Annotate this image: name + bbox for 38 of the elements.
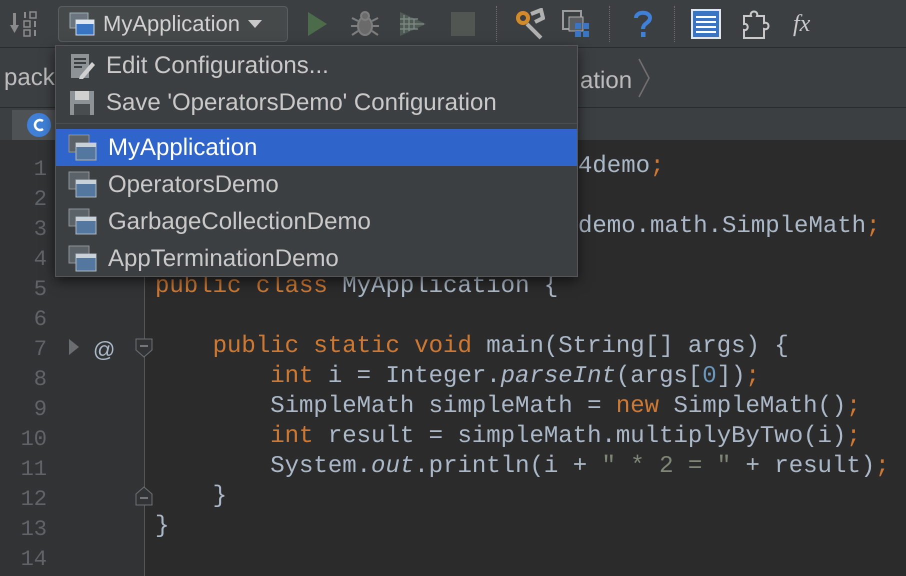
wrench-icon[interactable] (513, 8, 545, 40)
chevron-icon (638, 58, 650, 98)
menu-item[interactable]: AppTerminationDemo (56, 240, 577, 277)
code-line: } (155, 513, 170, 540)
window-icon (69, 12, 95, 36)
project-structure-icon[interactable] (561, 8, 591, 38)
menu-item[interactable]: Save 'OperatorsDemo' Configuration (56, 84, 577, 121)
code-line: demo.math.SimpleMath; (578, 213, 880, 240)
breadcrumb[interactable]: ation (580, 63, 632, 99)
list-icon[interactable] (691, 8, 721, 38)
code-line: int result = simpleMath.multiplyByTwo(i); (269, 423, 861, 450)
formula-button[interactable]: fx (793, 6, 810, 42)
menu-item[interactable]: OperatorsDemo (56, 166, 577, 203)
breadcrumb[interactable]: pack (4, 60, 55, 96)
caret-icon (248, 18, 262, 28)
menu-item[interactable]: MyApplication (56, 129, 577, 166)
window-icon (68, 244, 98, 272)
window-icon (68, 134, 98, 162)
code-line: public static void main(String[] args) { (212, 333, 789, 360)
code-line: SimpleMath simpleMath = new SimpleMath(); (269, 393, 861, 420)
class-icon (26, 112, 52, 138)
override-marker[interactable]: @ (93, 333, 116, 366)
code-line: System.out.println(i + " * 2 = " + result); (269, 453, 890, 480)
puzzle-icon[interactable] (741, 8, 771, 40)
run-icon[interactable] (68, 338, 80, 356)
window-icon (68, 208, 98, 236)
code-line: 4demo; (578, 153, 664, 180)
edit-icon (68, 52, 96, 80)
menu-item[interactable]: Edit Configurations... (56, 47, 577, 84)
menu-item[interactable]: GarbageCollectionDemo (56, 203, 577, 240)
code-line: int i = Integer.parseInt(args[0]); (269, 363, 760, 390)
fold-icon[interactable] (135, 338, 153, 358)
run-configuration-dropdown[interactable]: MyApplication (58, 6, 288, 42)
help-icon[interactable] (632, 8, 654, 38)
bug-icon[interactable] (350, 8, 380, 38)
code-line: } (212, 483, 228, 510)
fold-icon[interactable] (135, 486, 153, 506)
window-icon (68, 170, 98, 198)
